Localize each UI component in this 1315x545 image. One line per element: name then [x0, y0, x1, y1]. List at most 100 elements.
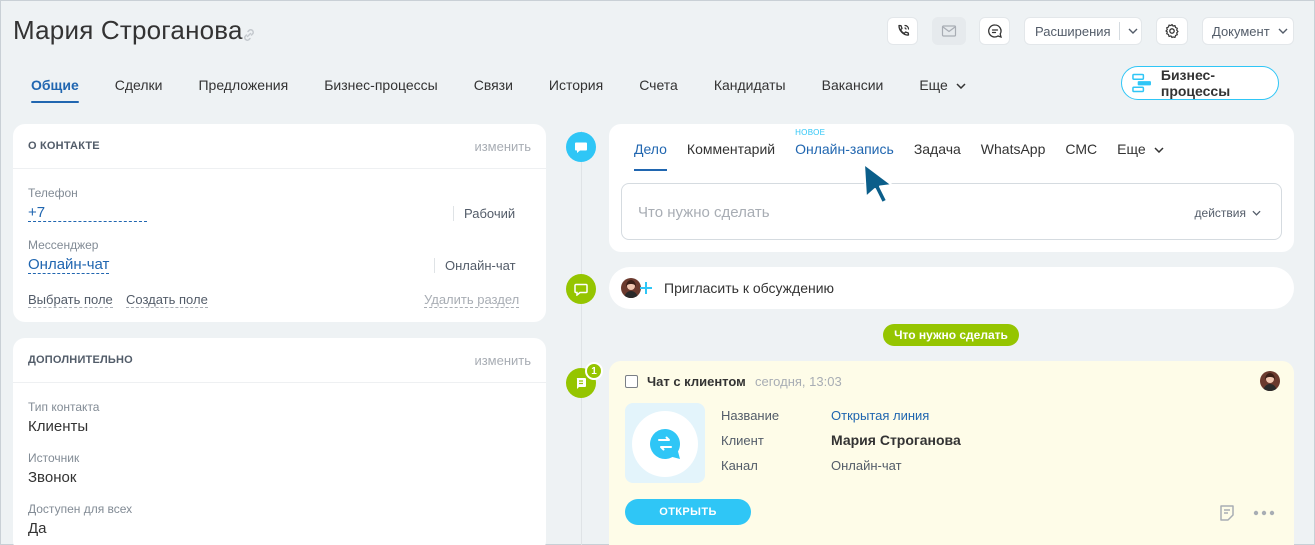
business-processes-button[interactable]: Бизнес-процессы [1121, 66, 1279, 100]
tab-history[interactable]: История [531, 71, 621, 101]
messenger-value-link[interactable]: Онлайн-чат [28, 256, 110, 274]
open-line-icon [576, 378, 586, 389]
edit-link[interactable]: изменить [474, 139, 531, 154]
new-badge: НОВОЕ [795, 128, 826, 137]
message-icon [575, 142, 587, 153]
todo-input[interactable]: Что нужно сделать действия [621, 183, 1282, 240]
chevron-down-icon [956, 83, 966, 89]
edit-link[interactable]: изменить [474, 353, 531, 368]
open-line-chat-icon [650, 429, 681, 459]
name-label: Название [721, 408, 780, 423]
activity-editor: Дело Комментарий НОВОЕ Онлайн-запись Зад… [609, 124, 1294, 252]
channel-image [625, 403, 705, 483]
mouse-cursor-icon [863, 163, 893, 204]
chevron-down-icon [1154, 147, 1164, 153]
channel-label: Канал [721, 458, 758, 473]
channel-value: Онлайн-чат [831, 458, 902, 473]
chevron-down-icon [1252, 210, 1261, 216]
select-field-link[interactable]: Выбрать поле [28, 292, 113, 308]
timeline-line [581, 131, 582, 545]
client-name[interactable]: Мария Строганова [831, 432, 961, 448]
tab-invoices[interactable]: Счета [621, 71, 696, 101]
delete-section-link[interactable]: Удалить раздел [424, 292, 520, 308]
settings-button[interactable] [1156, 17, 1188, 45]
document-label: Документ [1212, 23, 1270, 39]
editor-tab-more-label: Еще [1117, 141, 1146, 157]
chevron-down-icon [1128, 28, 1138, 34]
messenger-label: Мессенджер [28, 238, 99, 252]
extensions-dropdown[interactable]: Расширения [1024, 17, 1142, 45]
card-title: О КОНТАКТЕ [28, 140, 100, 152]
avatar [621, 278, 641, 298]
tab-deals[interactable]: Сделки [97, 71, 181, 101]
invite-to-discussion[interactable]: Пригласить к обсуждению [609, 267, 1294, 309]
tab-candidates[interactable]: Кандидаты [696, 71, 804, 101]
tab-general[interactable]: Общие [13, 71, 97, 103]
editor-tab-comment[interactable]: Комментарий [687, 141, 775, 171]
public-label: Доступен для всех [28, 502, 133, 516]
todo-section-pill: Что нужно сделать [883, 324, 1019, 346]
editor-tab-task[interactable]: Задача [914, 141, 961, 171]
phone-icon [897, 24, 909, 36]
additional-card: ДОПОЛНИТЕЛЬНО изменить Тип контакта Клие… [13, 338, 546, 545]
editor-tab-more[interactable]: Еще [1117, 141, 1164, 171]
contact-type-value: Клиенты [28, 418, 89, 435]
divider [13, 382, 546, 383]
phone-type: Рабочий [453, 206, 515, 221]
card-title: ДОПОЛНИТЕЛЬНО [28, 354, 133, 366]
open-chat-button[interactable]: ОТКРЫТЬ [625, 499, 751, 525]
email-button[interactable] [932, 17, 966, 45]
divider [13, 168, 546, 169]
tab-more[interactable]: Еще [901, 71, 984, 101]
chat-count-badge: 1 [585, 362, 603, 380]
editor-tab-task-case[interactable]: Дело [634, 141, 667, 171]
chat-button[interactable] [979, 17, 1010, 45]
chat-with-client-card: Чат с клиентом сегодня, 13:03 Название О… [609, 361, 1294, 545]
responsible-avatar[interactable] [1260, 371, 1280, 391]
actions-label: действия [1194, 206, 1246, 220]
open-line-link[interactable]: Открытая линия [831, 408, 929, 423]
create-field-link[interactable]: Создать поле [126, 292, 208, 308]
tab-business-processes[interactable]: Бизнес-процессы [306, 71, 455, 101]
editor-tabs: Дело Комментарий НОВОЕ Онлайн-запись Зад… [634, 128, 1184, 171]
timeline-comment-icon [566, 132, 596, 162]
chat-time: сегодня, 13:03 [755, 374, 842, 389]
envelope-icon [941, 25, 957, 37]
editor-tab-whatsapp[interactable]: WhatsApp [981, 141, 1046, 171]
invite-text: Пригласить к обсуждению [664, 280, 835, 296]
extensions-label: Расширения [1035, 23, 1111, 39]
tab-quotes[interactable]: Предложения [180, 71, 306, 101]
editor-tab-online-booking-label: Онлайн-запись [795, 141, 894, 157]
tab-vacancies[interactable]: Вакансии [804, 71, 902, 101]
divider [1118, 22, 1120, 40]
messenger-type: Онлайн-чат [434, 258, 516, 273]
phone-value-link[interactable]: +7 [28, 204, 147, 222]
public-value: Да [28, 520, 47, 537]
plus-icon [640, 282, 652, 294]
call-button[interactable] [887, 17, 918, 45]
document-dropdown[interactable]: Документ [1202, 17, 1294, 45]
about-contact-card: О КОНТАКТЕ изменить Телефон +7 Рабочий М… [13, 124, 546, 322]
editor-tab-sms[interactable]: СМС [1065, 141, 1097, 171]
chat-bubble-icon [987, 24, 1002, 38]
complete-checkbox[interactable] [625, 375, 638, 388]
contact-type-label: Тип контакта [28, 400, 100, 414]
chat-title: Чат с клиентом [647, 374, 746, 389]
actions-dropdown[interactable]: действия [1195, 206, 1261, 220]
todo-placeholder: Что нужно сделать [638, 204, 770, 221]
link-icon[interactable] [241, 27, 257, 43]
page-title: Мария Строганова [13, 15, 243, 45]
business-process-icon [1132, 73, 1151, 93]
more-icon[interactable] [1253, 510, 1275, 516]
chevron-down-icon [1278, 28, 1288, 34]
tab-relations[interactable]: Связи [456, 71, 531, 101]
timeline-discussion-icon [566, 274, 596, 304]
business-processes-label: Бизнес-процессы [1160, 67, 1231, 99]
client-label: Клиент [721, 433, 764, 448]
source-label: Источник [28, 451, 80, 465]
message-icon [574, 283, 588, 296]
note-icon[interactable] [1218, 504, 1236, 522]
source-value: Звонок [28, 469, 77, 486]
main-tabs: Общие Сделки Предложения Бизнес-процессы… [13, 71, 984, 103]
tab-more-label: Еще [919, 77, 948, 93]
